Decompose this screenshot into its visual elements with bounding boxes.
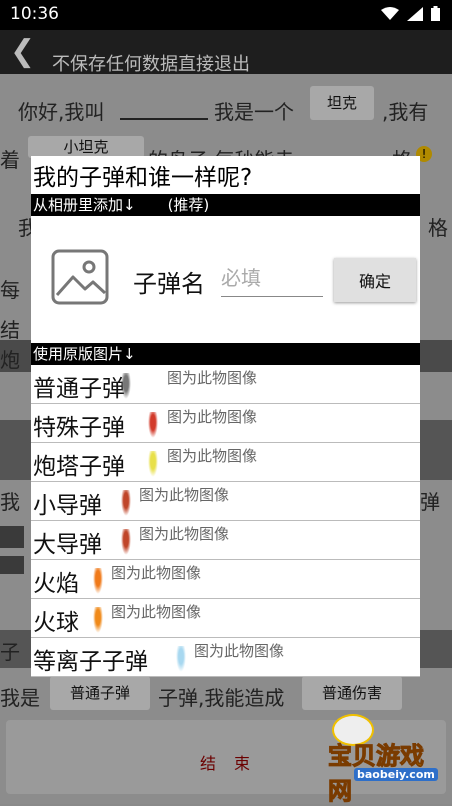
bullet-option-name: 炮塔子弹 — [33, 454, 125, 480]
bullet-sprite-icon — [121, 529, 131, 555]
recommended-label: (推荐) — [167, 196, 210, 214]
status-time: 10:36 — [10, 4, 59, 24]
bg-text: 结 — [0, 318, 20, 342]
bullet-sprite-icon — [93, 568, 103, 594]
bullet-option-name: 等离子子弹 — [33, 649, 148, 675]
bg-block — [0, 526, 24, 548]
bullet-option[interactable]: 普通子弹 图为此物图像 — [31, 365, 420, 404]
bg-block — [0, 556, 24, 574]
bullet-name-label: 子弹名 — [133, 270, 205, 298]
end-button-label: 结束 — [200, 754, 269, 773]
bullet-option[interactable]: 火焰 图为此物图像 — [31, 560, 420, 599]
bullet-text: 我是 — [0, 686, 40, 710]
bullet-image-hint: 图为此物图像 — [139, 525, 230, 543]
bg-text: 着 — [0, 148, 20, 172]
bullet-sprite-icon — [93, 607, 103, 633]
back-arrow-icon[interactable]: ❮ — [10, 34, 35, 69]
status-bar: 10:36 — [0, 0, 452, 30]
bullet-option[interactable]: 炮塔子弹 图为此物图像 — [31, 443, 420, 482]
bullet-text: 子弹,我能造成 — [158, 686, 285, 710]
bullet-option-name: 小导弹 — [33, 493, 102, 519]
bg-text: 我 — [0, 490, 20, 514]
bullet-image-hint: 图为此物图像 — [167, 369, 258, 387]
bg-text: 炮 — [0, 348, 20, 372]
bullet-image-hint: 图为此物图像 — [139, 486, 230, 504]
bullet-image-hint: 图为此物图像 — [194, 642, 285, 660]
bullet-name-input[interactable] — [221, 260, 323, 297]
toolbar: ❮ 不保存任何数据直接退出 — [0, 30, 452, 76]
name-chip[interactable]: 小坦克 — [28, 136, 144, 158]
bullet-sprite-icon — [148, 412, 158, 438]
bullet-option-name: 普通子弹 — [33, 376, 125, 402]
bullet-option[interactable]: 火球 图为此物图像 — [31, 599, 420, 638]
bullet-image-hint: 图为此物图像 — [167, 408, 258, 426]
watermark-url: baobeiy.com — [354, 768, 438, 781]
watermark-logo: 宝贝游戏网 baobeiy.com — [306, 714, 446, 806]
bg-text: 我是一个 — [214, 100, 294, 124]
bullet-image-hint: 图为此物图像 — [111, 564, 202, 582]
bullet-select-dialog: 我的子弹和谁一样呢? 从相册里添加↓ (推荐) 子弹名 确定 使用原版图片↓ 普通… — [31, 156, 420, 677]
bullet-option[interactable]: 大导弹 图为此物图像 — [31, 521, 420, 560]
bullet-option-name: 火球 — [33, 610, 79, 636]
bg-text: 格 — [428, 216, 448, 240]
exit-without-saving[interactable]: 不保存任何数据直接退出 — [52, 50, 250, 76]
bg-text: 每 — [0, 278, 20, 302]
bullet-sprite-icon — [121, 373, 131, 399]
bg-text: 子 — [0, 640, 20, 664]
add-from-album-row: 子弹名 确定 — [31, 216, 420, 343]
image-picker-icon[interactable] — [51, 249, 109, 305]
bullet-sprite-icon — [176, 646, 186, 672]
damage-type-chip[interactable]: 普通伤害 — [302, 676, 402, 710]
add-from-album-header: 从相册里添加↓ (推荐) — [31, 194, 420, 216]
bg-text: 你好,我叫 — [18, 100, 105, 124]
add-from-album-label: 从相册里添加↓ — [33, 196, 136, 214]
signal-icon — [407, 6, 423, 21]
bullet-sprite-icon — [121, 490, 131, 516]
bullet-option[interactable]: 等离子子弹 图为此物图像 — [31, 638, 420, 677]
bg-text: 弹 — [420, 490, 440, 514]
bullet-sprite-icon — [148, 451, 158, 477]
name-underline — [120, 118, 208, 120]
status-icons — [381, 6, 440, 21]
dialog-title: 我的子弹和谁一样呢? — [33, 165, 253, 191]
bullet-list: 普通子弹 图为此物图像 特殊子弹 图为此物图像 炮塔子弹 图为此物图像 小导弹 图为此物图像大… — [31, 365, 420, 677]
bullet-option-name: 大导弹 — [33, 532, 102, 558]
bullet-option-name: 火焰 — [33, 571, 79, 597]
confirm-button[interactable]: 确定 — [334, 258, 416, 302]
battery-icon — [431, 6, 440, 21]
bullet-option[interactable]: 小导弹 图为此物图像 — [31, 482, 420, 521]
use-original-header: 使用原版图片↓ — [31, 343, 420, 365]
bullet-image-hint: 图为此物图像 — [167, 447, 258, 465]
use-original-label: 使用原版图片↓ — [33, 345, 136, 363]
wifi-icon — [381, 6, 399, 20]
bullet-type-chip[interactable]: 普通子弹 — [50, 676, 150, 710]
bullet-option-name: 特殊子弹 — [33, 415, 125, 441]
bullet-image-hint: 图为此物图像 — [111, 603, 202, 621]
bullet-option[interactable]: 特殊子弹 图为此物图像 — [31, 404, 420, 443]
type-chip[interactable]: 坦克 — [310, 86, 374, 120]
bg-text: ,我有 — [382, 100, 429, 124]
